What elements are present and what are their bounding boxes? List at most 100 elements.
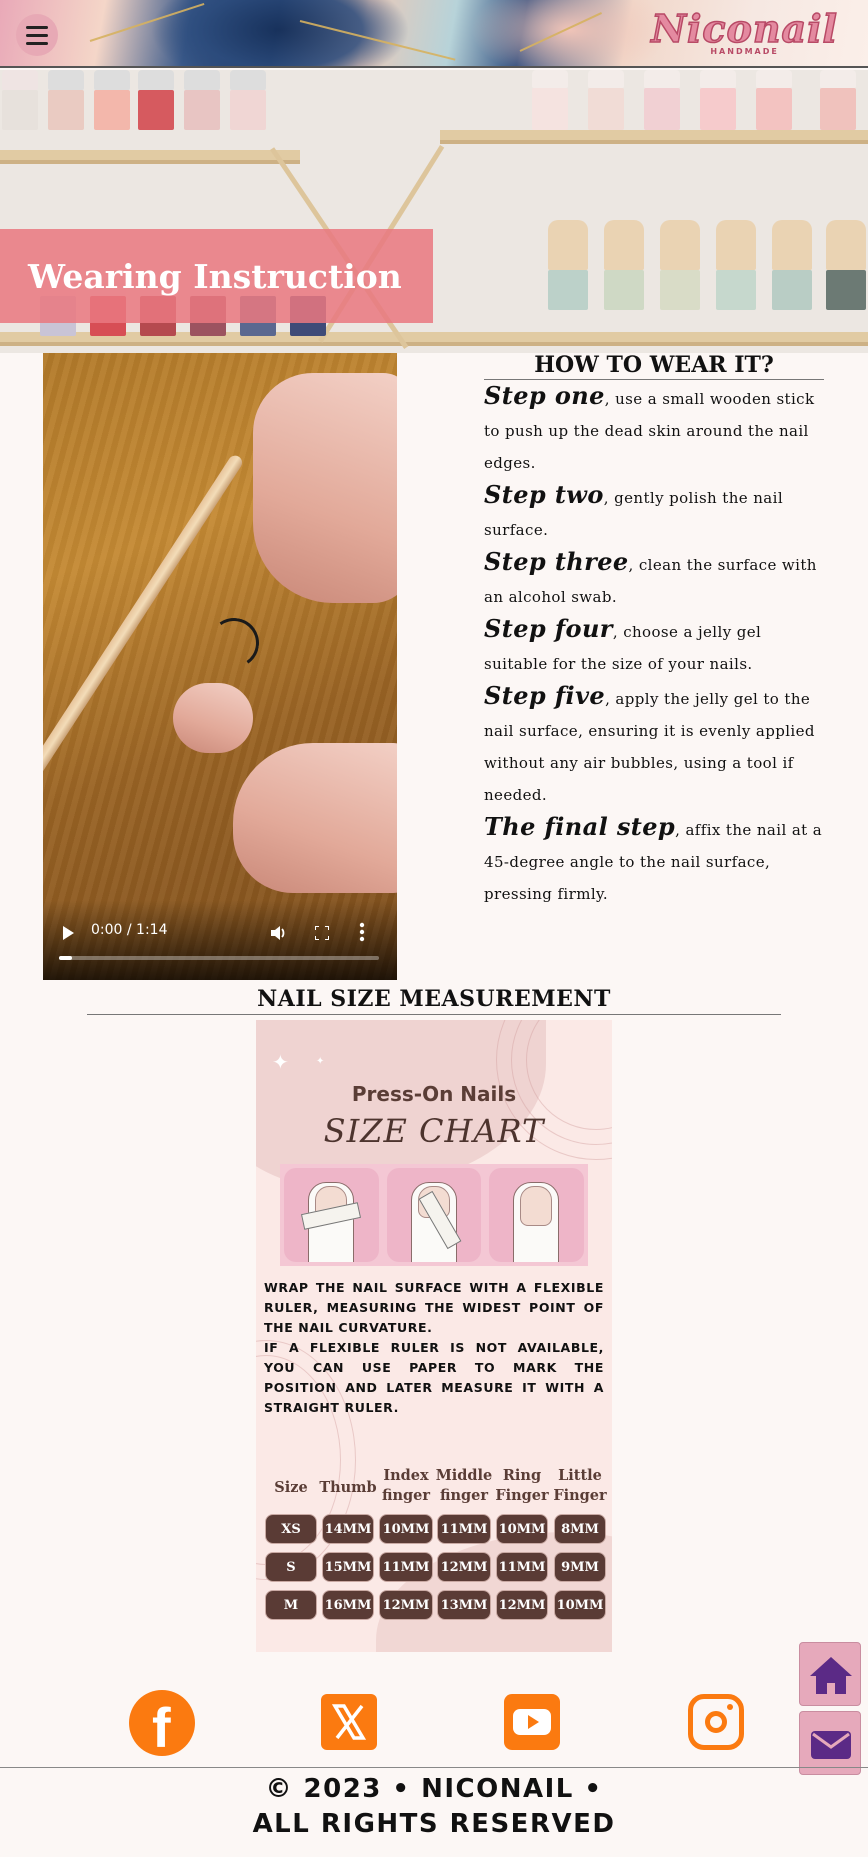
measurement-instructions: WRAP THE NAIL SURFACE WITH A FLEXIBLE RU… (264, 1278, 604, 1418)
size-cell: 12MM (435, 1552, 493, 1582)
size-cell: 10MM (551, 1590, 609, 1620)
size-cell: 11MM (435, 1514, 493, 1544)
size-cell: 12MM (493, 1590, 551, 1620)
video-progress-bar[interactable] (59, 956, 379, 960)
instruction-video[interactable]: 0:00 / 1:14 (43, 353, 397, 980)
column-header: Index finger (381, 1467, 431, 1504)
size-table-header: Size Thumb Index finger Middle finger Ri… (263, 1450, 609, 1506)
shelf (0, 150, 300, 164)
column-header: Middle finger (435, 1467, 493, 1504)
size-value: 10MM (379, 1514, 433, 1544)
step-item: Step five, apply the jelly gel to the na… (484, 680, 824, 811)
size-value: 8MM (554, 1514, 606, 1544)
column-header: Little Finger (553, 1467, 607, 1504)
size-cell: 16MM (319, 1590, 377, 1620)
size-row: XS 14MM 10MM 11MM 10MM 8MM (263, 1514, 609, 1544)
finger-illustration (386, 1168, 482, 1262)
home-button[interactable] (799, 1642, 861, 1706)
size-value: 10MM (554, 1590, 606, 1620)
step-item: Step two, gently polish the nail surface… (484, 479, 824, 546)
size-value: 12MM (496, 1590, 548, 1620)
column-header: Size (274, 1479, 308, 1496)
chart-subtitle: SIZE CHART (323, 1112, 545, 1150)
instruction-text: IF A FLEXIBLE RULER IS NOT AVAILABLE, YO… (264, 1340, 604, 1415)
size-value: 13MM (437, 1590, 491, 1620)
size-value: 11MM (379, 1552, 433, 1582)
chart-title: Press-On Nails (351, 1082, 517, 1106)
size-cell: S (263, 1552, 319, 1582)
logo-text: Niconail (650, 5, 838, 52)
step-lead: The final step (484, 812, 676, 841)
measurement-illustration (280, 1164, 588, 1266)
size-cell: 10MM (493, 1514, 551, 1544)
play-icon[interactable] (63, 926, 74, 940)
size-cell: 15MM (319, 1552, 377, 1582)
mail-button[interactable] (799, 1711, 861, 1775)
marble-decoration (470, 0, 670, 66)
size-cell: 12MM (377, 1590, 435, 1620)
size-cell: 10MM (377, 1514, 435, 1544)
size-label: M (265, 1590, 317, 1620)
instagram-icon[interactable] (688, 1694, 744, 1750)
sparkle-icon: ✦ (272, 1050, 289, 1074)
finger-illustration (489, 1168, 585, 1262)
instruction-text: WRAP THE NAIL SURFACE WITH A FLEXIBLE RU… (264, 1280, 604, 1335)
size-cell: 8MM (551, 1514, 609, 1544)
step-item: Step four, choose a jelly gel suitable f… (484, 613, 824, 680)
sparkle-icon: ✦ (316, 1056, 325, 1067)
size-value: 16MM (322, 1590, 374, 1620)
size-value: 14MM (322, 1514, 374, 1544)
step-lead: Step three (484, 547, 629, 576)
step-item: Step one, use a small wooden stick to pu… (484, 380, 824, 479)
shelf (0, 332, 868, 346)
size-value: 11MM (437, 1514, 491, 1544)
fullscreen-icon[interactable] (315, 926, 329, 940)
hero-banner-image: Wearing Instruction (0, 70, 868, 353)
column-header: Ring Finger (495, 1467, 549, 1504)
top-bar: Niconail HANDMADE (0, 0, 868, 68)
copyright-line: © 2023 • NICONAIL • (265, 1774, 603, 1804)
column-header: Thumb (319, 1479, 377, 1496)
size-label: S (265, 1552, 317, 1582)
size-table: Size Thumb Index finger Middle finger Ri… (263, 1450, 609, 1620)
youtube-icon[interactable] (504, 1694, 560, 1750)
shelf (440, 130, 868, 144)
size-value: 12MM (379, 1590, 433, 1620)
size-value: 15MM (322, 1552, 374, 1582)
site-logo[interactable]: Niconail HANDMADE (650, 5, 838, 56)
finger-illustration (284, 1168, 379, 1262)
size-cell: 14MM (319, 1514, 377, 1544)
size-row: M 16MM 12MM 13MM 12MM 10MM (263, 1590, 609, 1620)
video-time: 0:00 / 1:14 (91, 922, 168, 938)
how-to-wear-section: HOW TO WEAR IT? Step one, use a small wo… (484, 352, 824, 910)
size-value: 10MM (496, 1514, 548, 1544)
size-section-title: NAIL SIZE MEASUREMENT (87, 986, 781, 1015)
size-table-body: XS 14MM 10MM 11MM 10MM 8MM S 15MM 11MM 12MM 11MM 9M… (263, 1514, 609, 1620)
size-row: S 15MM 11MM 12MM 11MM 9MM (263, 1552, 609, 1582)
size-cell: 9MM (551, 1552, 609, 1582)
size-cell: 11MM (493, 1552, 551, 1582)
size-value: 12MM (437, 1552, 491, 1582)
hero-title-banner: Wearing Instruction (0, 229, 433, 323)
step-item: Step three, clean the surface with an al… (484, 546, 824, 613)
hand-bottom (233, 743, 397, 893)
step-lead: Step four (484, 614, 613, 643)
step-lead: Step five (484, 681, 606, 710)
volume-icon[interactable] (269, 924, 287, 942)
home-icon (810, 1657, 852, 1694)
marble-decoration (150, 0, 410, 66)
footer: © 2023 • NICONAIL • ALL RIGHTS RESERVED (0, 1767, 868, 1842)
x-twitter-icon[interactable] (321, 1694, 377, 1750)
size-cell: 13MM (435, 1590, 493, 1620)
facebook-icon[interactable]: f (129, 1690, 195, 1756)
video-progress-fill (59, 956, 72, 960)
thumb (173, 683, 253, 753)
hand-top (253, 373, 397, 603)
size-value: 11MM (496, 1552, 548, 1582)
more-options-icon[interactable] (359, 922, 365, 942)
step-lead: Step one (484, 381, 605, 410)
hamburger-menu-icon[interactable] (16, 14, 58, 56)
size-cell: 11MM (377, 1552, 435, 1582)
step-lead: Step two (484, 480, 604, 509)
size-value: 9MM (554, 1552, 606, 1582)
